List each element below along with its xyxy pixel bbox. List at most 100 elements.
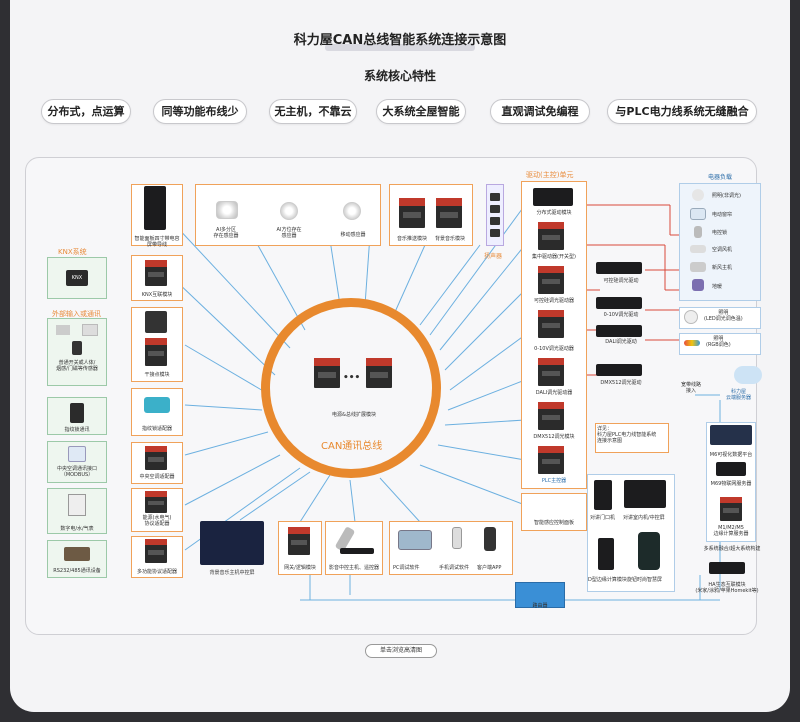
music1-label: 音乐推送模块 [396,236,427,242]
intercom1-label: 对讲门口机 [590,515,616,521]
music2-label: 背景音乐模块 [434,236,465,242]
bg-music-screen [200,521,264,565]
ha-module-device [709,562,745,574]
drive5-label: DALI调光驱动器 [535,390,573,396]
external-device-label: 普通开关或人体/ 烟感/门磁等传感器 [56,360,98,372]
fresh-air-icon [690,262,706,272]
edge-server-device [720,497,742,521]
meter-label: 数字电/水/气表 [60,526,94,532]
video-host-label: 影音中控主机、遥控器 [328,565,379,571]
speaker-icon-3 [490,217,500,225]
sensor1-label: AI多分区 存在感应器 [213,227,239,239]
smart-access-label: 智能感应控制面板 [533,520,574,526]
video-host-device [340,548,374,554]
knx-system-box: KNX [47,257,107,299]
drive3-label: 可控硅调光驱动器 [533,298,574,304]
drive2-label: 集中驱动器(开关型) [532,254,576,260]
knx-title: KNX系统 [58,248,87,256]
central-drive-device [538,222,564,250]
mobile-software-label: 手机调试软件 [439,565,470,571]
knob-screen-device [638,532,660,570]
motion-sensor-icon [343,202,361,220]
drive4-label: 0-10V调光驱动器 [534,346,574,352]
dali-dimmer-device [538,358,564,386]
load6-label: 地暖 [712,284,723,290]
mid3-label: DALI调光驱动 [605,339,637,345]
iot-server-device [716,462,746,476]
bus-module-label: 电源&总线扩展模块 [332,412,376,418]
floor-heating-icon [692,279,704,291]
indoor-screen-device [624,480,666,508]
mid2-label: 0-10V调光驱动 [603,312,639,318]
d-panel-device [598,538,614,570]
gw-label3: M1/M2/M5 边缘计算服务器 [713,525,749,537]
intercom2-label: 对讲室内机/中控屏 [623,515,665,521]
distributed-drive-device [533,188,573,206]
door-sensor-icon [72,341,82,355]
ac-adapter-label: 中央空调适配器 [139,474,175,480]
phone-icon [452,527,462,549]
sensor2-label: AI方位存在 感应器 [276,227,302,239]
data-platform-screen [710,425,752,445]
gw-sublabel: 多系统融合/超大系统构建 [703,546,761,552]
speaker-icon-1 [490,193,500,201]
light-bulb-icon [692,189,704,201]
multi-zone-sensor-icon [216,201,238,219]
customer-app-label: 客户端APP [477,565,502,571]
speaker-label: 扬声器 [484,253,503,260]
light1-label: 照明 (LED调光调色温) [704,310,743,322]
multi-adapter-device [145,539,167,563]
view-hd-button[interactable]: 单击浏览高清图 [365,644,437,658]
external-input-box [47,318,107,386]
plc-label: PLC主控器 [541,478,567,484]
multi-adapter-label: 多功能协议适配器 [136,569,177,575]
gw-label1: M6可视化数据平台 [709,452,753,458]
smart-panel-label: 智能面板四寸带电容 屏带导线 [134,236,180,248]
dry-contact-device [145,338,167,366]
smart-panel-device [144,186,166,230]
d-panel-label: D型边缘计算模块 [588,577,627,583]
cloud-label: 科力屋 云端服务器 [726,389,752,401]
drive1-label: 分布式驱动模块 [536,210,572,216]
loads-title: 电器负载 [707,174,732,181]
dmx-driver-device [596,364,642,376]
pc-software-label: PC调试软件 [393,565,420,571]
router-label: 路由器 [532,603,548,609]
scr-driver-device [596,262,642,274]
fan-coil-icon [690,245,706,253]
bus-module-right [366,358,392,388]
curtain-icon [690,208,706,220]
fingerprint-label: 指纹锁通讯 [64,427,90,433]
music-push-device [399,198,425,228]
gw-label2: M69物联网服务器 [710,481,752,487]
speaker-icon-2 [490,205,500,213]
bus-module-left [314,358,340,388]
can-bus-label: CAN通讯总线 [321,441,383,452]
scr-dimmer-device [538,266,564,294]
knob-panel-label: 旋钮时尚智慧屏 [627,577,663,583]
radio-device-icon [64,547,90,561]
rgb-strip-icon [684,340,700,346]
dry-contact-device-top [145,311,167,333]
lock-icon [694,226,702,238]
mid1-label: 可控硅调光驱动 [603,278,639,284]
fingerprint-adapter-label: 指纹锁适配器 [141,426,172,432]
drive6-label: DMX512调光模块 [533,434,575,440]
bg-music-device [436,198,462,228]
010v-driver-device [596,297,642,309]
direction-sensor-icon [280,202,298,220]
load4-label: 空调风机 [712,247,733,253]
load3-label: 电控锁 [712,230,728,236]
010v-dimmer-device [538,310,564,338]
knx-module-label: KNX互联模块 [141,292,173,298]
ha-label: HA生态互联模块 (米家/涂鸦/苹果Homekit等) [695,582,759,594]
sensor-icon [82,324,98,336]
light2-label: 照明 (RGB调色) [706,336,731,348]
plc-note-label: 详见： 科力屋PLC电力线智能系统 连接示意图 [597,426,657,444]
switch-icon [56,325,70,335]
energy-adapter-label: 能源(水电气) 协议适配器 [142,515,172,527]
laptop-icon [398,530,432,550]
ac-interface-label: 中央空调通讯接口 （MODBUS） [56,466,97,478]
gateway-label: 网关/逻辑模块 [284,565,316,571]
sensor3-label: 移动感应器 [340,232,366,238]
